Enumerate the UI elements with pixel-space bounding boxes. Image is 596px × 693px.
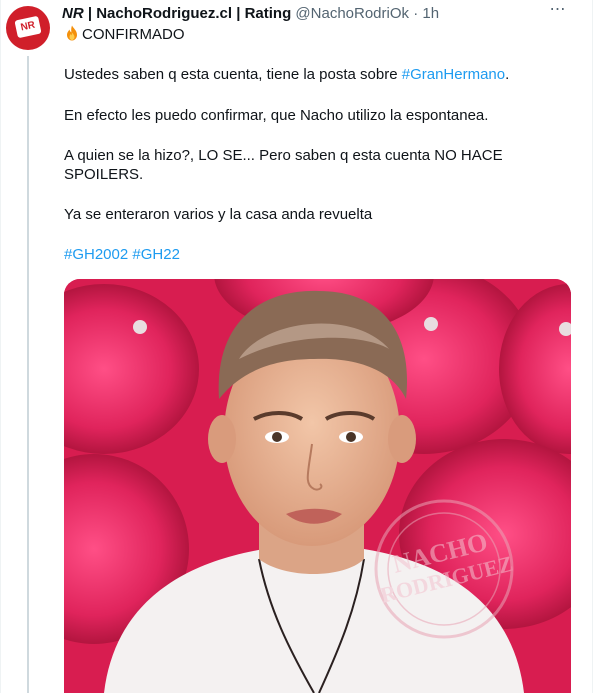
tweet-paragraph-3-line-2: SPOILERS. xyxy=(64,166,144,183)
fire-emoji-icon xyxy=(67,25,77,41)
crystal-button xyxy=(424,317,438,331)
author-name-rest: | NachoRodriguez.cl | Rating xyxy=(83,5,292,22)
hashtag-row: #GH2002 #GH22 xyxy=(64,245,574,265)
author-name[interactable]: NR | NachoRodriguez.cl | Rating xyxy=(62,5,291,22)
thread-line xyxy=(27,56,29,693)
paragraph-1-text: Ustedes saben q esta cuenta, tiene la po… xyxy=(64,66,402,83)
tweet-media-image[interactable]: NACHO RODRIGUEZ xyxy=(64,279,571,693)
author-handle[interactable]: @NachoRodriOk xyxy=(295,5,409,22)
tweet-paragraph-1: Ustedes saben q esta cuenta, tiene la po… xyxy=(64,65,574,85)
left-border xyxy=(0,0,1,693)
tweet-header: NR | NachoRodriguez.cl | Rating @NachoRo… xyxy=(62,4,582,24)
tweet-title: CONFIRMADO xyxy=(82,26,185,43)
media-photo: NACHO RODRIGUEZ xyxy=(64,279,571,693)
tweet-paragraph-4: Ya se enteraron varios y la casa anda re… xyxy=(64,206,373,223)
hashtag-granhermano[interactable]: #GranHermano xyxy=(402,66,505,83)
separator-dot: · xyxy=(413,5,419,22)
tweet-paragraph-2: En efecto les puedo confirmar, que Nacho… xyxy=(64,107,489,124)
more-options-icon[interactable]: ⋯ xyxy=(548,0,568,20)
avatar-logo: NR xyxy=(14,15,42,39)
tweet-title-line: CONFIRMADO xyxy=(64,25,574,45)
right-border xyxy=(592,0,593,693)
hashtag-gh22[interactable]: #GH22 xyxy=(132,246,180,263)
timestamp[interactable]: 1h xyxy=(422,5,439,22)
crystal-button xyxy=(133,320,147,334)
author-avatar[interactable]: NR xyxy=(6,6,50,50)
hashtag-gh2002[interactable]: #GH2002 xyxy=(64,246,128,263)
author-name-prefix: NR xyxy=(62,5,84,22)
tweet-paragraph-3-line-1: A quien se la hizo?, LO SE... Pero saben… xyxy=(64,147,503,164)
paragraph-1-end: . xyxy=(505,66,510,83)
